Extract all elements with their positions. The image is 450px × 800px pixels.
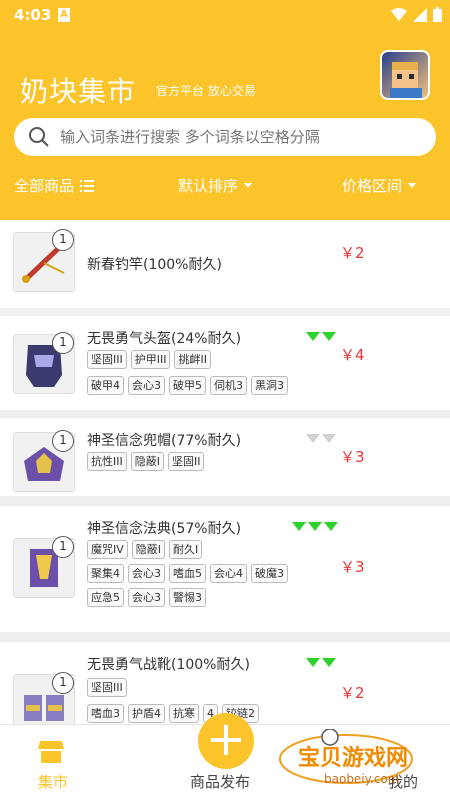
search-bar[interactable]: [14, 118, 436, 156]
nav-market[interactable]: [38, 739, 64, 767]
avatar[interactable]: [380, 50, 430, 100]
gem-icon: [306, 658, 320, 667]
filter-sort[interactable]: 默认排序: [178, 175, 253, 196]
attribute-tag: 会心4: [210, 564, 247, 583]
filter-sort-label: 默认排序: [178, 177, 239, 195]
filter-price-label: 价格区间: [342, 177, 403, 195]
product-price: ￥2: [340, 244, 365, 262]
quantity-badge: 1: [52, 332, 74, 354]
gem-rating: [306, 658, 336, 667]
filter-price[interactable]: 价格区间: [342, 175, 417, 196]
attribute-tag: 护甲III: [130, 350, 171, 369]
wifi-icon: [391, 7, 407, 21]
dropdown-arrow-icon: [408, 183, 417, 188]
attribute-tag: 警惕3: [169, 588, 206, 607]
quantity-badge: 1: [52, 672, 74, 694]
attribute-tag: 抗寒: [169, 704, 199, 723]
gem-rating: [306, 434, 336, 443]
gem-icon: [292, 522, 306, 531]
gem-icon: [322, 658, 336, 667]
attribute-tag: 会心3: [128, 588, 165, 607]
status-bar: 4:03 A: [0, 0, 450, 32]
shop-icon: [38, 741, 64, 763]
product-price: ￥3: [340, 448, 365, 466]
filter-bar: 全部商品 默认排序 价格区间: [0, 170, 450, 206]
product-title: 新春钓竿(100%耐久): [87, 257, 222, 273]
filter-all-products[interactable]: 全部商品: [14, 175, 95, 196]
gem-rating: [292, 522, 338, 531]
tag-row: 坚固III 护甲III 挑衅II: [87, 350, 211, 369]
tag-row: 应急5 会心3 警惕3: [87, 588, 206, 607]
notification-a-icon: A: [58, 8, 70, 22]
attribute-tag: 黑洞3: [251, 376, 288, 395]
attribute-tag: 嗜血5: [169, 564, 206, 583]
product-price: ￥2: [340, 684, 365, 702]
product-title: 无畏勇气头盔(24%耐久): [87, 331, 242, 347]
bottom-nav: 集市 + 商品发布 我的 宝贝游戏网 baobeiy.com: [0, 713, 450, 800]
attribute-tag: 破甲4: [87, 376, 124, 395]
gem-icon: [324, 522, 338, 531]
attribute-tag: 挑衅II: [174, 350, 211, 369]
product-card[interactable]: 1 新春钓竿(100%耐久) ￥2: [0, 220, 450, 308]
publish-plus-button[interactable]: +: [198, 713, 254, 769]
attribute-tag: 会心3: [128, 376, 165, 395]
gem-icon: [308, 522, 322, 531]
quantity-badge: 1: [52, 229, 74, 251]
tag-row: 坚固III: [87, 678, 127, 697]
attribute-tag: 会心3: [128, 564, 165, 583]
tag-row: 抗性III 隐蔽I 坚固II: [87, 452, 205, 471]
list-icon: [80, 179, 95, 192]
filter-all-label: 全部商品: [14, 177, 75, 195]
quantity-badge: 1: [52, 430, 74, 452]
gem-icon: [306, 434, 320, 443]
watermark-url: baobeiy.com: [324, 772, 399, 786]
attribute-tag: 魔咒IV: [87, 540, 128, 559]
attribute-tag: 坚固III: [87, 350, 127, 369]
attribute-tag: 应急5: [87, 588, 124, 607]
tag-row: 魔咒IV 隐蔽I 耐久I: [87, 540, 203, 559]
attribute-tag: 坚固III: [87, 678, 127, 697]
gem-icon: [306, 332, 320, 341]
product-price: ￥3: [340, 558, 365, 576]
attribute-tag: 抗性III: [87, 452, 127, 471]
header: 奶块集市 官方平台 放心交易 全部商品 默认排序 价格区间: [0, 32, 450, 220]
attribute-tag: 耐久I: [169, 540, 203, 559]
gem-icon: [322, 434, 336, 443]
tag-row: 聚集4 会心3 嗜血5 会心4 破魔3: [87, 564, 288, 583]
nav-market-label[interactable]: 集市: [38, 771, 68, 792]
status-icons: [391, 7, 442, 22]
attribute-tag: 隐蔽I: [130, 452, 164, 471]
signal-icon: [413, 7, 427, 22]
status-time: 4:03: [14, 6, 52, 24]
product-title: 神圣信念法典(57%耐久): [87, 521, 242, 537]
gem-rating: [306, 332, 336, 341]
nav-publish-label[interactable]: 商品发布: [190, 771, 250, 792]
dropdown-arrow-icon: [244, 183, 253, 188]
product-card[interactable]: 1 神圣信念兜帽(77%耐久) ￥3 抗性III 隐蔽I 坚固II: [0, 418, 450, 496]
quantity-badge: 1: [52, 536, 74, 558]
battery-icon: [433, 7, 442, 22]
attribute-tag: 坚固II: [167, 452, 205, 471]
product-title: 神圣信念兜帽(77%耐久): [87, 433, 242, 449]
product-card[interactable]: 1 神圣信念法典(57%耐久) ￥3 魔咒IV 隐蔽I 耐久I 聚集4 会心3 …: [0, 506, 450, 632]
watermark: 宝贝游戏网 baobeiy.com: [278, 728, 438, 793]
product-price: ￥4: [340, 346, 365, 364]
attribute-tag: 伺机3: [210, 376, 247, 395]
watermark-title: 宝贝游戏网: [298, 745, 408, 771]
product-list: 1 新春钓竿(100%耐久) ￥2 1 无畏勇气头盔(24%耐久) ￥4 坚固I…: [0, 212, 450, 724]
attribute-tag: 破魔3: [251, 564, 288, 583]
slogan: 官方平台 放心交易: [156, 84, 256, 98]
attribute-tag: 护盾4: [128, 704, 165, 723]
gem-icon: [322, 332, 336, 341]
attribute-tag: 嗜血3: [87, 704, 124, 723]
product-title: 无畏勇气战靴(100%耐久): [87, 657, 250, 673]
attribute-tag: 破甲5: [169, 376, 206, 395]
tag-row: 破甲4 会心3 破甲5 伺机3 黑洞3: [87, 376, 288, 395]
app-title: 奶块集市: [20, 75, 137, 108]
attribute-tag: 聚集4: [87, 564, 124, 583]
attribute-tag: 隐蔽I: [131, 540, 166, 559]
search-icon: [29, 127, 49, 147]
search-input[interactable]: [60, 128, 420, 146]
product-card[interactable]: 1 无畏勇气头盔(24%耐久) ￥4 坚固III 护甲III 挑衅II 破甲4 …: [0, 316, 450, 410]
